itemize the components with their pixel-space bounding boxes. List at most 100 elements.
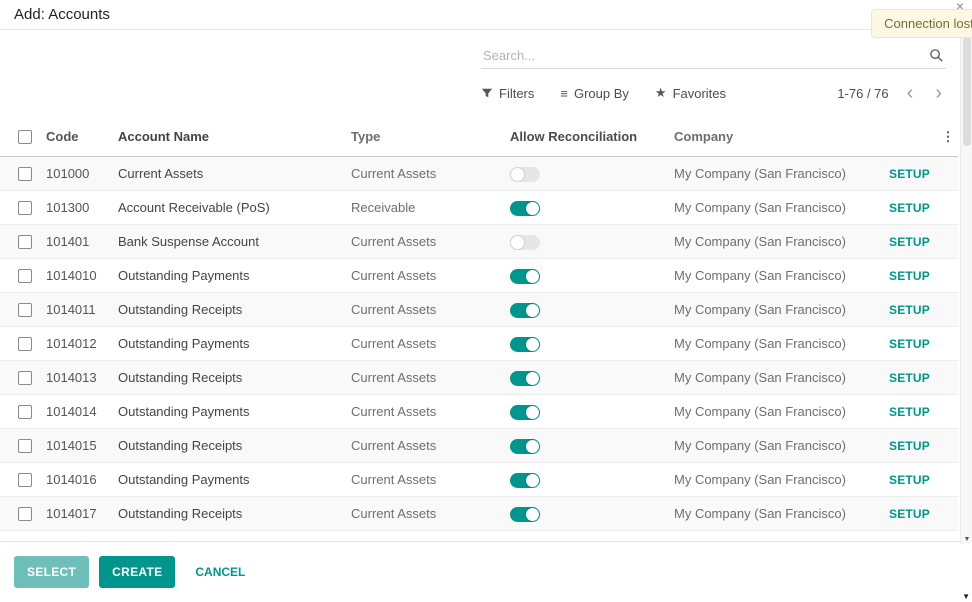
setup-button[interactable]: SETUP <box>889 439 930 453</box>
reconciliation-toggle[interactable] <box>510 303 540 318</box>
reconciliation-toggle[interactable] <box>510 201 540 216</box>
search-icon[interactable] <box>929 48 944 63</box>
table-scrollbar[interactable]: ▼ <box>960 32 972 544</box>
type-cell: Current Assets <box>345 404 504 419</box>
setup-button[interactable]: SETUP <box>889 371 930 385</box>
page-scroll-down-icon[interactable]: ▼ <box>962 592 970 601</box>
column-header-account-name[interactable]: Account Name <box>112 129 345 144</box>
setup-button[interactable]: SETUP <box>889 201 930 215</box>
toggle-knob <box>511 168 524 181</box>
table-header: Code Account Name Type Allow Reconciliat… <box>0 117 958 157</box>
search-input[interactable] <box>481 43 946 69</box>
code-cell: 1014013 <box>40 370 112 385</box>
code-cell: 1014016 <box>40 472 112 487</box>
filter-row: Filters ≡ Group By ★ Favorites 1-76 / 76… <box>481 85 946 101</box>
scroll-down-icon[interactable]: ▼ <box>961 536 972 543</box>
filter-controls: Filters ≡ Group By ★ Favorites <box>481 85 726 101</box>
setup-button[interactable]: SETUP <box>889 303 930 317</box>
reconciliation-toggle[interactable] <box>510 405 540 420</box>
account-name-cell: Outstanding Receipts <box>112 302 345 317</box>
table-row[interactable]: 1014010 Outstanding Payments Current Ass… <box>0 259 958 293</box>
code-cell: 1014012 <box>40 336 112 351</box>
type-cell: Current Assets <box>345 234 504 249</box>
pager-previous-icon[interactable]: ‹ <box>903 86 918 100</box>
table-row[interactable]: 1014011 Outstanding Receipts Current Ass… <box>0 293 958 327</box>
setup-button[interactable]: SETUP <box>889 167 930 181</box>
row-checkbox[interactable] <box>18 473 32 487</box>
column-header-code[interactable]: Code <box>40 129 112 144</box>
reconciliation-toggle[interactable] <box>510 439 540 454</box>
select-button[interactable]: SELECT <box>14 556 89 588</box>
table-row[interactable]: 1014015 Outstanding Receipts Current Ass… <box>0 429 958 463</box>
favorites-button[interactable]: ★ Favorites <box>655 85 726 101</box>
table-row[interactable]: 101000 Current Assets Current Assets My … <box>0 157 958 191</box>
accounts-table: Code Account Name Type Allow Reconciliat… <box>0 117 958 531</box>
select-all-checkbox[interactable] <box>18 130 32 144</box>
cancel-button[interactable]: CANCEL <box>185 556 255 588</box>
row-checkbox[interactable] <box>18 439 32 453</box>
setup-button[interactable]: SETUP <box>889 337 930 351</box>
toggle-knob <box>526 270 539 283</box>
table-row[interactable]: 1014012 Outstanding Payments Current Ass… <box>0 327 958 361</box>
table-row[interactable]: 101300 Account Receivable (PoS) Receivab… <box>0 191 958 225</box>
table-row[interactable]: 1014017 Outstanding Receipts Current Ass… <box>0 497 958 531</box>
row-checkbox[interactable] <box>18 303 32 317</box>
toggle-knob <box>526 406 539 419</box>
column-header-allow-reconciliation[interactable]: Allow Reconciliation <box>504 129 668 144</box>
column-header-type[interactable]: Type <box>345 129 504 144</box>
account-name-cell: Outstanding Payments <box>112 336 345 351</box>
row-checkbox[interactable] <box>18 167 32 181</box>
toggle-knob <box>526 440 539 453</box>
row-checkbox[interactable] <box>18 507 32 521</box>
create-button[interactable]: CREATE <box>99 556 175 588</box>
table-row[interactable]: 1014014 Outstanding Payments Current Ass… <box>0 395 958 429</box>
reconciliation-toggle[interactable] <box>510 167 540 182</box>
table-row[interactable]: 1014016 Outstanding Payments Current Ass… <box>0 463 958 497</box>
group-by-button[interactable]: ≡ Group By <box>560 86 629 101</box>
row-checkbox[interactable] <box>18 405 32 419</box>
type-cell: Current Assets <box>345 166 504 181</box>
row-checkbox[interactable] <box>18 269 32 283</box>
account-name-cell: Outstanding Receipts <box>112 438 345 453</box>
table-row[interactable]: 101401 Bank Suspense Account Current Ass… <box>0 225 958 259</box>
company-cell: My Company (San Francisco) <box>668 370 876 385</box>
group-by-icon: ≡ <box>560 86 568 101</box>
company-cell: My Company (San Francisco) <box>668 472 876 487</box>
reconciliation-toggle[interactable] <box>510 507 540 522</box>
pager-range: 1-76 / 76 <box>837 86 888 101</box>
dialog-title: Add: Accounts <box>14 6 110 23</box>
type-cell: Current Assets <box>345 438 504 453</box>
row-checkbox[interactable] <box>18 371 32 385</box>
setup-button[interactable]: SETUP <box>889 269 930 283</box>
toggle-knob <box>526 474 539 487</box>
setup-button[interactable]: SETUP <box>889 473 930 487</box>
row-checkbox[interactable] <box>18 201 32 215</box>
pager-next-icon[interactable]: › <box>931 86 946 100</box>
code-cell: 1014014 <box>40 404 112 419</box>
table-row[interactable]: 1014013 Outstanding Receipts Current Ass… <box>0 361 958 395</box>
connection-lost-toast: Connection lost. Try <box>871 9 972 38</box>
type-cell: Current Assets <box>345 336 504 351</box>
row-checkbox[interactable] <box>18 235 32 249</box>
reconciliation-toggle[interactable] <box>510 269 540 284</box>
code-cell: 1014015 <box>40 438 112 453</box>
type-cell: Current Assets <box>345 472 504 487</box>
reconciliation-toggle[interactable] <box>510 473 540 488</box>
reconciliation-toggle[interactable] <box>510 371 540 386</box>
account-name-cell: Outstanding Payments <box>112 472 345 487</box>
row-checkbox[interactable] <box>18 337 32 351</box>
column-header-company[interactable]: Company <box>668 129 876 144</box>
setup-button[interactable]: SETUP <box>889 235 930 249</box>
scrollbar-thumb[interactable] <box>963 36 971 146</box>
company-cell: My Company (San Francisco) <box>668 336 876 351</box>
setup-button[interactable]: SETUP <box>889 405 930 419</box>
reconciliation-toggle[interactable] <box>510 235 540 250</box>
filters-button[interactable]: Filters <box>481 86 534 101</box>
column-options-icon[interactable]: ⋮ <box>932 129 958 145</box>
toggle-knob <box>526 202 539 215</box>
code-cell: 1014010 <box>40 268 112 283</box>
type-cell: Receivable <box>345 200 504 215</box>
setup-button[interactable]: SETUP <box>889 507 930 521</box>
reconciliation-toggle[interactable] <box>510 337 540 352</box>
company-cell: My Company (San Francisco) <box>668 438 876 453</box>
